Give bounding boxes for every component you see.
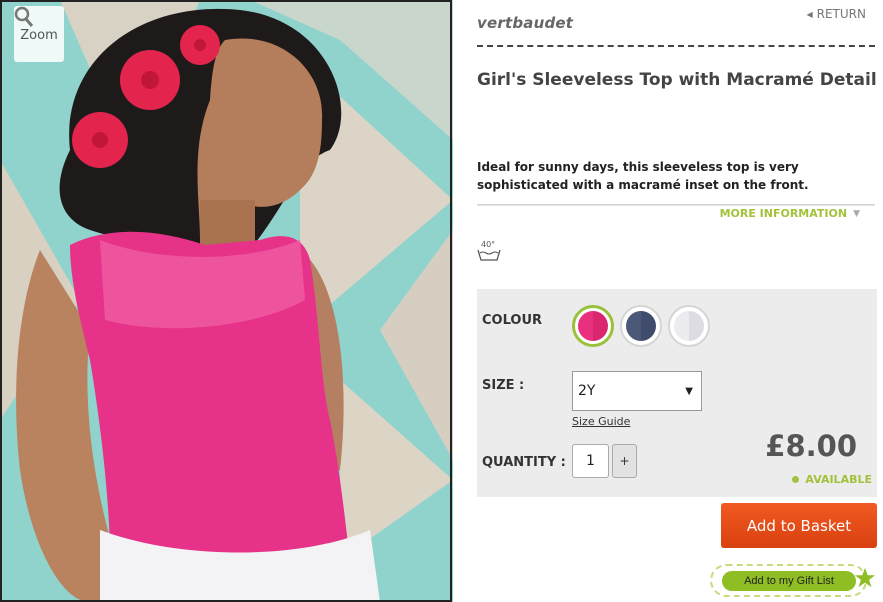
more-information-link[interactable]: MORE INFORMATION ▼ [720, 207, 860, 220]
add-to-basket-button[interactable]: Add to Basket [721, 503, 877, 548]
colour-swatch-pink[interactable] [572, 305, 614, 347]
star-icon [854, 567, 876, 588]
product-title: Girl's Sleeveless Top with Macramé Detai… [477, 70, 877, 90]
chevron-down-icon: ▼ [685, 385, 693, 397]
more-information-label: MORE INFORMATION [719, 207, 848, 220]
availability-label: AVAILABLE [805, 473, 872, 486]
return-link[interactable]: ◀ RETURN [806, 7, 866, 21]
options-panel: COLOUR SIZE : 2Y ▼ Size Guide QUANTITY :… [477, 289, 877, 497]
left-arrow-icon: ◀ [806, 9, 813, 19]
product-description: Ideal for sunny days, this sleeveless to… [477, 160, 809, 192]
chevron-down-icon: ▼ [853, 208, 860, 219]
zoom-button[interactable]: Zoom [14, 6, 64, 62]
product-photo [0, 0, 453, 602]
colour-swatch-white[interactable] [668, 305, 710, 347]
brand-logo[interactable]: vertbaudet [477, 14, 573, 32]
return-label: RETURN [816, 7, 866, 21]
colour-swatch-navy[interactable] [620, 305, 662, 347]
size-select[interactable]: 2Y ▼ [572, 371, 702, 411]
size-guide-link[interactable]: Size Guide [572, 415, 630, 428]
size-value: 2Y [578, 383, 596, 399]
quantity-label: QUANTITY : [482, 455, 566, 470]
quantity-input[interactable] [572, 444, 609, 478]
availability-status: AVAILABLE [792, 473, 872, 486]
product-image[interactable]: Zoom [0, 0, 453, 602]
wash-temp: 40° [481, 240, 495, 249]
gift-list-label: Add to my Gift List [722, 571, 856, 591]
add-to-gift-list-button[interactable]: Add to my Gift List [710, 564, 867, 597]
price: £8.00 [765, 429, 857, 463]
colour-label: COLOUR [482, 313, 543, 328]
wash-40-icon: 40° [477, 240, 501, 261]
magnifier-icon [14, 6, 34, 27]
zoom-label: Zoom [20, 27, 58, 43]
divider [477, 204, 875, 206]
quantity-plus-button[interactable]: + [612, 444, 637, 478]
size-label: SIZE : [482, 378, 525, 393]
status-dot-icon [792, 476, 800, 483]
divider [477, 45, 875, 47]
